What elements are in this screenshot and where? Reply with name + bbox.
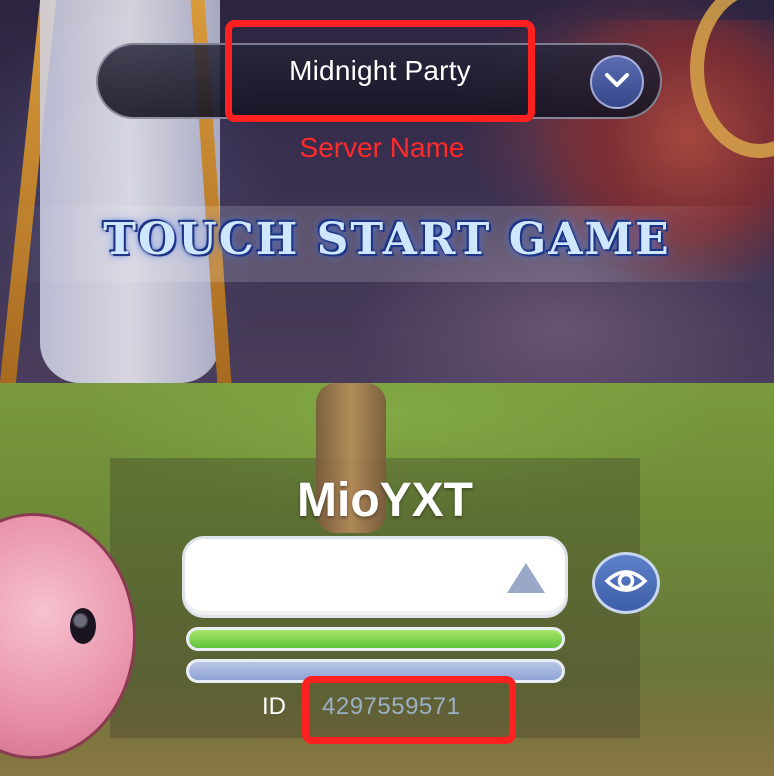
server-name-highlight <box>225 20 535 122</box>
hp-bar <box>186 627 565 651</box>
chat-input[interactable] <box>205 557 509 599</box>
screenshot-collage: Midnight Party Server Name TOUCH START G… <box>0 0 774 776</box>
chevron-down-icon <box>604 71 630 94</box>
character-screen: MioYXT ID 4297559571 <box>0 383 774 776</box>
id-highlight <box>302 676 516 744</box>
character-name: MioYXT <box>297 474 473 527</box>
server-name-annotation: Server Name <box>299 132 465 163</box>
eye-icon <box>604 566 648 601</box>
visibility-toggle-button[interactable] <box>592 552 660 614</box>
id-label: ID <box>262 693 286 720</box>
hp-bar-fill <box>189 630 562 648</box>
poring-eye <box>70 608 96 644</box>
triangle-up-icon[interactable] <box>507 563 545 593</box>
touch-start-game-text[interactable]: TOUCH START GAME <box>0 214 774 265</box>
server-dropdown-button[interactable] <box>590 55 644 109</box>
chat-input-box[interactable] <box>182 536 568 618</box>
server-select-screen: Midnight Party Server Name TOUCH START G… <box>0 0 774 383</box>
